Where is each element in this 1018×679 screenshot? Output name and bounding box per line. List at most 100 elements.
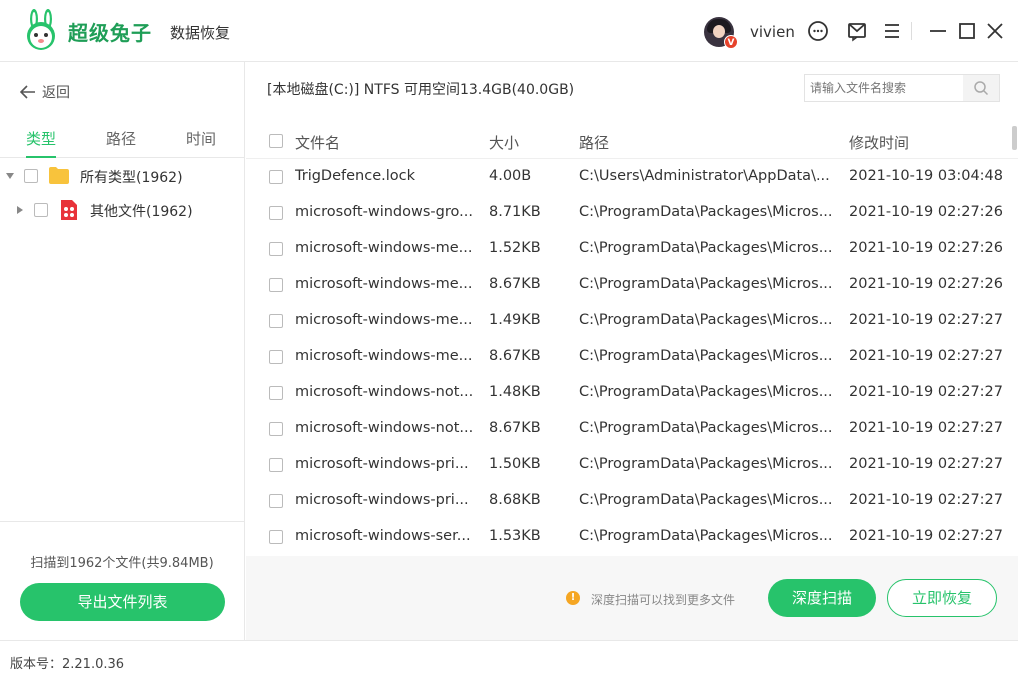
table-row[interactable]: microsoft-windows-me... 1.49KB C:\Progra… [246,303,1018,339]
file-size: 1.53KB [489,528,541,544]
file-name: microsoft-windows-pri... [295,492,469,508]
file-name: microsoft-windows-me... [295,312,473,328]
row-checkbox[interactable] [269,278,283,292]
table-row[interactable]: microsoft-windows-me... 1.52KB C:\Progra… [246,231,1018,267]
file-name: microsoft-windows-not... [295,384,474,400]
deep-scan-tip: 深度扫描可以找到更多文件 [591,593,736,607]
row-checkbox[interactable] [269,494,283,508]
file-path: C:\ProgramData\Packages\Micros... [579,240,833,256]
file-name: TrigDefence.lock [295,168,415,184]
scan-summary: 扫描到1962个文件(共9.84MB) [30,556,214,571]
file-path: C:\ProgramData\Packages\Micros... [579,276,833,292]
row-checkbox[interactable] [269,314,283,328]
row-checkbox[interactable] [269,422,283,436]
file-size: 1.49KB [489,312,541,328]
file-size: 8.67KB [489,420,541,436]
file-time: 2021-10-19 02:27:26 [849,204,1003,220]
table-row[interactable]: microsoft-windows-not... 8.67KB C:\Progr… [246,411,1018,447]
left-panel: 返回 类型 路径 时间 所有类型(1962) 其他文件(1962) 扫描到196… [0,62,245,640]
caret-down-icon[interactable] [5,171,15,181]
file-name: microsoft-windows-gro... [295,204,473,220]
table-row[interactable]: microsoft-windows-ser... 1.53KB C:\Progr… [246,519,1018,555]
file-path: C:\ProgramData\Packages\Micros... [579,312,833,328]
file-size: 1.48KB [489,384,541,400]
file-time: 2021-10-19 02:27:27 [849,348,1003,364]
back-button[interactable]: 返回 [20,82,70,102]
main-panel: [本地磁盘(C:)] NTFS 可用空间13.4GB(40.0GB) 文件名 大… [246,62,1018,640]
table-row[interactable]: microsoft-windows-pri... 1.50KB C:\Progr… [246,447,1018,483]
deep-scan-button[interactable]: 深度扫描 [768,579,876,617]
select-all-checkbox[interactable] [269,134,283,148]
file-time: 2021-10-19 02:27:27 [849,420,1003,436]
tab-type[interactable]: 类型 [26,128,56,149]
tab-time[interactable]: 时间 [186,128,216,149]
row-checkbox[interactable] [269,170,283,184]
file-size: 8.67KB [489,348,541,364]
row-checkbox[interactable] [269,458,283,472]
vip-badge: V [724,35,738,49]
arrow-left-icon [20,85,35,99]
search-button[interactable] [963,75,999,101]
row-checkbox[interactable] [269,530,283,544]
close-icon[interactable] [983,19,1007,43]
file-name: microsoft-windows-me... [295,276,473,292]
file-time: 2021-10-19 02:27:27 [849,456,1003,472]
column-header-path[interactable]: 路径 [579,132,609,153]
tree-item-label: 其他文件(1962) [90,204,193,220]
left-footer: 扫描到1962个文件(共9.84MB) 导出文件列表 [0,521,244,640]
row-checkbox[interactable] [269,206,283,220]
file-path: C:\Users\Administrator\AppData\... [579,168,830,184]
maximize-icon[interactable] [955,19,979,43]
tree-checkbox[interactable] [24,169,38,183]
row-checkbox[interactable] [269,242,283,256]
status-bar: 版本号：2.21.0.36 [0,640,1018,679]
file-path: C:\ProgramData\Packages\Micros... [579,528,833,544]
menu-icon[interactable] [880,19,904,43]
row-checkbox[interactable] [269,386,283,400]
file-path: C:\ProgramData\Packages\Micros... [579,384,833,400]
file-time: 2021-10-19 02:27:26 [849,240,1003,256]
table-row[interactable]: microsoft-windows-not... 1.48KB C:\Progr… [246,375,1018,411]
table-row[interactable]: microsoft-windows-me... 8.67KB C:\Progra… [246,267,1018,303]
file-path: C:\ProgramData\Packages\Micros... [579,456,833,472]
file-path: C:\ProgramData\Packages\Micros... [579,492,833,508]
row-checkbox[interactable] [269,350,283,364]
filter-tabs: 类型 路径 时间 [0,128,244,158]
info-icon: ! [566,591,580,605]
column-header-time[interactable]: 修改时间 [849,132,909,153]
file-path: C:\ProgramData\Packages\Micros... [579,204,833,220]
column-header-size[interactable]: 大小 [489,132,519,153]
table-row[interactable]: TrigDefence.lock 4.00B C:\Users\Administ… [246,159,1018,195]
minimize-icon[interactable] [926,19,950,43]
search-icon [974,81,989,96]
back-label: 返回 [42,85,70,101]
action-bar: ! 深度扫描可以找到更多文件 深度扫描 立即恢复 [246,556,1018,640]
table-row[interactable]: microsoft-windows-me... 8.67KB C:\Progra… [246,339,1018,375]
customer-service-icon[interactable] [806,19,830,43]
tree-item-all-types[interactable]: 所有类型(1962) [0,161,244,191]
file-size: 8.68KB [489,492,541,508]
caret-right-icon[interactable] [15,205,25,215]
disk-info: [本地磁盘(C:)] NTFS 可用空间13.4GB(40.0GB) [267,82,575,98]
other-file-icon [61,200,77,220]
feedback-icon[interactable] [845,19,869,43]
table-row[interactable]: microsoft-windows-pri... 8.68KB C:\Progr… [246,483,1018,519]
tree-checkbox[interactable] [34,203,48,217]
file-time: 2021-10-19 02:27:27 [849,384,1003,400]
tree-item-other-files[interactable]: 其他文件(1962) [0,195,244,225]
file-name: microsoft-windows-me... [295,240,473,256]
file-size: 4.00B [489,168,532,184]
file-name: microsoft-windows-pri... [295,456,469,472]
file-name: microsoft-windows-not... [295,420,474,436]
export-list-button[interactable]: 导出文件列表 [20,583,225,621]
file-time: 2021-10-19 02:27:26 [849,276,1003,292]
folder-icon [49,167,69,184]
search-input[interactable] [805,75,963,101]
table-row[interactable]: microsoft-windows-gro... 8.71KB C:\Progr… [246,195,1018,231]
recover-now-button[interactable]: 立即恢复 [887,579,997,617]
scrollbar-thumb[interactable] [1012,126,1017,150]
file-size: 8.67KB [489,276,541,292]
column-header-name[interactable]: 文件名 [295,132,340,153]
username[interactable]: vivien [750,23,795,41]
tab-path[interactable]: 路径 [106,128,136,149]
